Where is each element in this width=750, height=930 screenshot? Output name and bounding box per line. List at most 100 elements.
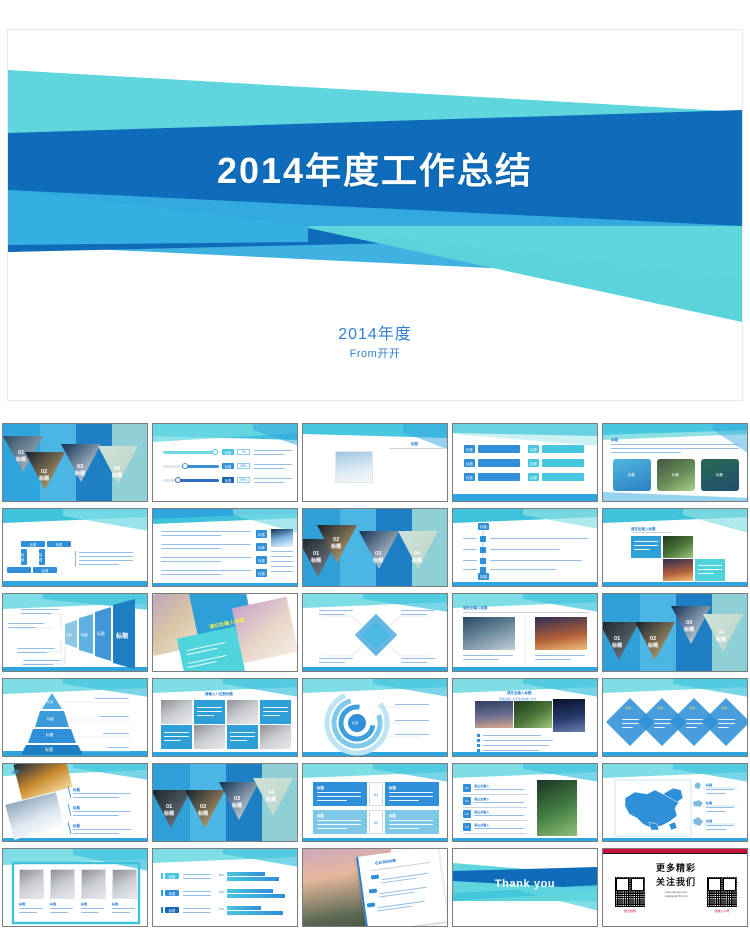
slide-label-04: 标题 — [112, 473, 123, 479]
chip-icon-3[interactable]: 标题 — [464, 473, 475, 481]
chip-body-6[interactable] — [542, 473, 584, 481]
diagram-block-5[interactable] — [7, 567, 31, 573]
slide-label-03: 标题 — [75, 471, 86, 477]
slide10-photo-1 — [631, 536, 661, 558]
bar-fill-1a — [227, 872, 265, 876]
slide-thumbnail-7[interactable]: 标题 标题 标题 标题 — [152, 508, 298, 587]
slider-handle-3[interactable] — [175, 477, 181, 483]
diamond-label-4: 标题 — [721, 706, 728, 710]
chip-body-5[interactable] — [542, 459, 584, 467]
slide-thumbnail-21[interactable]: 标题 标题 标题 标题 — [2, 763, 148, 842]
slide-label-01: 标题 — [16, 457, 27, 463]
diagram-block-6[interactable]: 标题 — [33, 567, 57, 573]
slide26-card-label-1: 标题 — [19, 902, 26, 906]
slide22-label-04: 标题 — [266, 797, 277, 803]
slide-thumbnail-22[interactable]: 01 标题 02 标题 03 标题 04 标题 — [152, 763, 298, 842]
slide-thumbnail-9[interactable]: 标题 标题 — [452, 508, 598, 587]
donut-center-label: 标题 — [352, 721, 359, 725]
slide-thumbnail-19[interactable]: 请在此输入标题 请在此输入文字请在此输入文字 — [452, 678, 598, 757]
chip-icon-5[interactable]: 标题 — [528, 459, 539, 467]
slide5-card-label-3: 标题 — [716, 473, 723, 477]
chip-body-1[interactable] — [478, 445, 520, 453]
slide-thumbnail-16[interactable]: 标题 标题 标题 标题 — [2, 678, 148, 757]
slide-thumbnail-12[interactable]: 请在此输入标题 — [152, 593, 298, 672]
bar-pct-1: 80% — [219, 874, 225, 877]
slide-thumbnail-13[interactable] — [302, 593, 448, 672]
chip-icon-6[interactable]: 标题 — [528, 473, 539, 481]
bar-fill-2a — [227, 889, 273, 893]
qr-caption-weibo: 官方微博 — [623, 909, 636, 913]
slide24-number-02: 02 — [463, 797, 471, 805]
chip-body-3[interactable] — [478, 473, 520, 481]
slide7-row-badge-1[interactable]: 标题 — [256, 530, 267, 538]
diagram-block-1[interactable]: 标题 — [21, 541, 45, 547]
slide8-label-01: 标题 — [311, 558, 322, 564]
chip-body-4[interactable] — [542, 445, 584, 453]
slide21-item-1: 标题 — [73, 788, 80, 792]
chip-icon-2[interactable]: 标题 — [464, 459, 475, 467]
slide-thumbnail-28[interactable]: 在此添加标题 — [302, 848, 448, 927]
qr-headline-2: 关注我们 — [655, 877, 696, 887]
slide-thumbnail-14[interactable]: 请在此输入标题 — [452, 593, 598, 672]
slide15-label-02: 标题 — [648, 643, 659, 649]
qr-code-wechat[interactable] — [707, 877, 737, 907]
slide26-photo-2 — [50, 869, 75, 899]
slide23-card-label-1: 标题 — [317, 786, 324, 790]
slide8-label-04: 标题 — [412, 558, 423, 564]
diagram-block-2[interactable]: 标题 — [47, 541, 71, 547]
slider-handle-2[interactable] — [182, 463, 188, 469]
slide-thumbnail-18[interactable]: 标题 — [302, 678, 448, 757]
qr-headline-1: 更多精彩 — [655, 863, 696, 873]
slide17-title: 请输入八位数标题 — [205, 692, 233, 696]
chip-body-2[interactable] — [478, 459, 520, 467]
slide14-photo-1 — [463, 617, 515, 650]
diamond-label-1: 标题 — [625, 706, 632, 710]
slide7-row-badge-2[interactable]: 标题 — [256, 543, 267, 551]
slide-thumbnail-8[interactable]: 01 标题 02 标题 03 标题 04 标题 — [302, 508, 448, 587]
slide14-title: 请在此输入标题 — [463, 606, 488, 610]
bullet-dot-2 — [477, 739, 480, 742]
slide-thumbnail-2[interactable]: 标题 7% 标题 38% 标题 99% — [152, 423, 298, 502]
slider-label-2: 标题 — [222, 463, 234, 469]
bullet-dot-4 — [477, 749, 480, 752]
qr-code-weibo[interactable] — [615, 877, 645, 907]
slide-thumbnail-24[interactable]: 01 02 03 04 请在此输入 请在此输入 请在此输入 请在此输入 — [452, 763, 598, 842]
slide-thumbnail-6[interactable]: 标题 标题 标题 标题 标题 — [2, 508, 148, 587]
slide-thumbnail-27[interactable]: 标题 80% 标题 95% 标题 70% — [152, 848, 298, 927]
slide-thumbnail-4[interactable]: 标题 标题 标题 标题 标题 标题 — [452, 423, 598, 502]
slide7-row-badge-3[interactable]: 标题 — [256, 556, 267, 564]
slide-thumbnail-10[interactable]: 请在此输入标题 — [602, 508, 748, 587]
map-legend-2: 标题 — [706, 801, 713, 805]
slide-thumbnail-3[interactable]: 标题 — [302, 423, 448, 502]
slide22-label-02: 标题 — [198, 811, 209, 817]
diagram-block-4[interactable]: 标题 — [39, 549, 45, 565]
slide-thumbnail-11[interactable]: 标题 标题 标题 标题 — [2, 593, 148, 672]
slide15-label-01: 标题 — [612, 643, 623, 649]
slide21-item-2: 标题 — [73, 806, 80, 810]
bar-fill-3a — [227, 906, 261, 910]
bar-marker-3 — [161, 907, 163, 913]
chip-icon-4[interactable]: 标题 — [528, 445, 539, 453]
slide5-card-label-2: 标题 — [672, 473, 679, 477]
slide24-item-3: 请在此输入 — [474, 810, 490, 814]
funnel-step-4: 标题 — [116, 634, 129, 640]
slide-thumbnail-29[interactable]: Thank you — [452, 848, 598, 927]
slide10-photo-3 — [663, 559, 693, 581]
slide7-row-badge-4[interactable]: 标题 — [256, 569, 267, 577]
slide-thumbnail-15[interactable]: 01 标题 02 标题 03 标题 04 标题 — [602, 593, 748, 672]
slide24-number-04: 04 — [463, 823, 471, 831]
slide-thumbnail-5[interactable]: 标题 标题 标题 标题 — [602, 423, 748, 502]
slide-thumbnail-23[interactable]: 标题 标题 01 02 标题 标题 — [302, 763, 448, 842]
chip-icon-1[interactable]: 标题 — [464, 445, 475, 453]
slide-thumbnail-26[interactable]: 标题 标题 标题 标题 — [2, 848, 148, 927]
slider-handle-1[interactable] — [212, 449, 218, 455]
slider-fill-2 — [185, 465, 219, 468]
accent-bar — [603, 849, 747, 853]
slide-thumbnail-25[interactable]: 标题 标题 标题 — [602, 763, 748, 842]
slide-thumbnail-1[interactable]: 01 标题 02 标题 03 标题 04 标题 — [2, 423, 148, 502]
slide-thumbnail-30[interactable]: 更多精彩 关注我们 www.xxdesign.com xxdesign@163.… — [602, 848, 748, 927]
slide-thumbnail-20[interactable]: 标题 标题 标题 标题 — [602, 678, 748, 757]
slide26-photo-4 — [112, 869, 137, 899]
slide-thumbnail-17[interactable]: 请输入八位数标题 — [152, 678, 298, 757]
slider-percent-2: 38% — [237, 463, 250, 469]
